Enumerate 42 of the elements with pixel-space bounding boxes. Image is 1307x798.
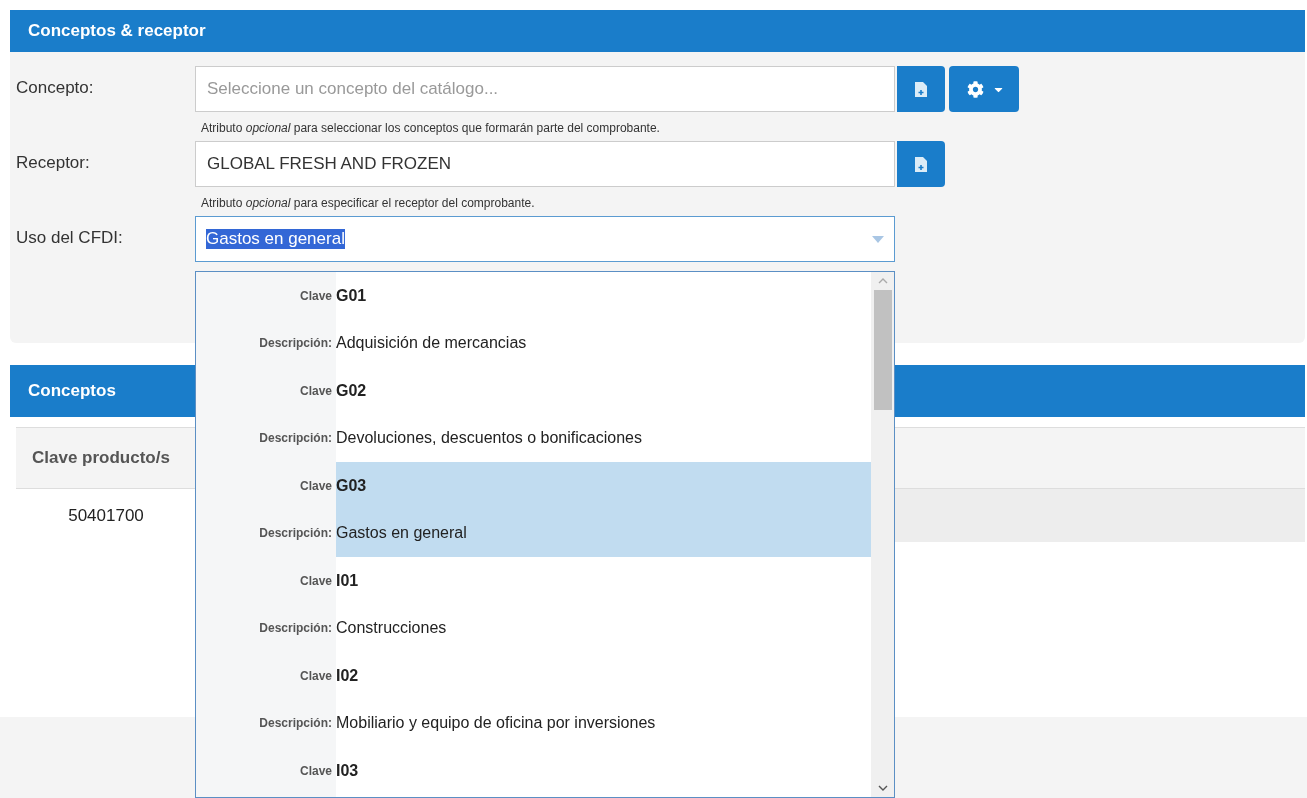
option-label: Descripción: (258, 431, 333, 446)
uso-cfdi-select[interactable]: Gastos en general (195, 216, 895, 262)
option-code[interactable]: I02 (336, 652, 871, 700)
option-label: Descripción: (258, 336, 333, 351)
option-label: Clave (298, 668, 333, 683)
add-button[interactable] (897, 141, 945, 187)
field-label: Receptor: (16, 152, 91, 173)
option-label: Clave (298, 288, 333, 303)
scroll-thumb[interactable] (873, 290, 892, 410)
option-label: Clave (298, 763, 333, 778)
option-code[interactable]: G02 (336, 367, 871, 415)
option-description[interactable]: Mobiliario y equipo de oficina por inversiones (336, 699, 871, 747)
receptor-input[interactable]: GLOBAL FRESH AND FROZEN (195, 141, 895, 187)
column-header: Clave producto/s (31, 448, 170, 468)
add-document-icon (915, 156, 927, 172)
field-label: Concepto: (16, 77, 95, 98)
help-text: Atributo opcional para seleccionar los conceptos que formarán parte del comprobante. (201, 121, 661, 135)
option-code[interactable]: I03 (336, 747, 871, 795)
concepto-input[interactable]: Seleccione un concepto del catálogo... (195, 66, 895, 112)
option-code[interactable]: I01 (336, 557, 871, 605)
option-description[interactable]: Gastos en general (336, 509, 871, 557)
option-label: Descripción: (258, 621, 333, 636)
option-description[interactable]: Adquisición de mercancias (336, 319, 871, 367)
scrollbar[interactable] (871, 272, 894, 797)
add-document-icon (915, 81, 927, 97)
option-label: Clave (298, 478, 333, 493)
field-label: Uso del CFDI: (16, 227, 124, 248)
panel-title: Conceptos & receptor (10, 10, 1305, 52)
option-code[interactable]: G03 (336, 462, 871, 510)
option-label: Descripción: (258, 526, 333, 541)
settings-icon (967, 80, 984, 98)
option-label: Clave (298, 383, 333, 398)
help-text: Atributo opcional para especificar el receptor del comprobante. (201, 196, 536, 210)
option-label: Descripción: (258, 716, 333, 731)
add-button[interactable] (897, 66, 945, 112)
table-cell: 50401700 (16, 489, 196, 542)
option-description[interactable]: Devoluciones, descuentos o bonificaciones (336, 414, 871, 462)
option-label: Clave (298, 573, 333, 588)
option-description[interactable]: Construcciones (336, 604, 871, 652)
option-code[interactable]: G01 (336, 272, 871, 320)
caret-icon (872, 235, 884, 243)
settings-button[interactable] (949, 66, 1019, 112)
